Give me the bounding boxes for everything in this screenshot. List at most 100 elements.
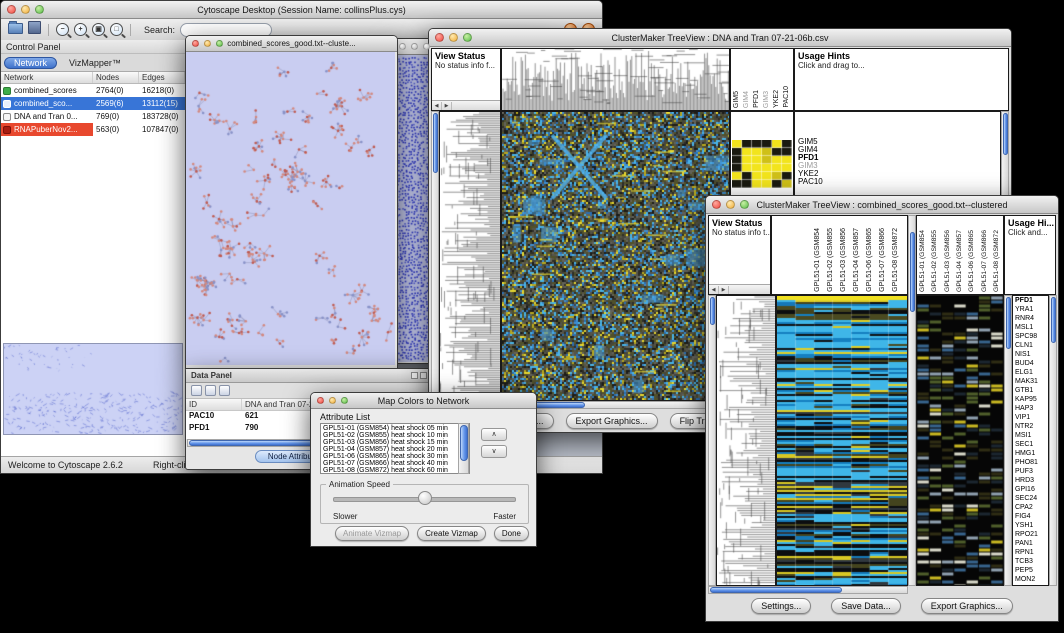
gene-label[interactable]: HMG1 (1015, 449, 1048, 458)
gene-label[interactable]: PAC10 (798, 178, 1000, 186)
scrollbar-thumb[interactable] (433, 113, 438, 173)
network-overview-thumbnail[interactable] (3, 343, 183, 435)
close-panel-icon[interactable] (420, 372, 427, 379)
gene-label[interactable]: GPI16 (1015, 485, 1048, 494)
treeview-button[interactable]: Settings... (751, 598, 811, 614)
close-button[interactable] (712, 200, 721, 209)
attribute-item[interactable]: GPL51-08 (GSM872) heat shock 60 min (323, 467, 458, 474)
scrollbar-thumb[interactable] (460, 425, 468, 461)
minimize-button[interactable] (204, 40, 211, 47)
data-panel-titlebar[interactable]: Data Panel (186, 369, 432, 383)
gene-label[interactable]: KAP95 (1015, 395, 1048, 404)
gene-label[interactable]: GIM4 (798, 146, 1000, 154)
scrollbar-thumb[interactable] (910, 232, 915, 312)
gene-label[interactable]: GIM5 (798, 138, 1000, 146)
gene-label[interactable]: GTB1 (1015, 386, 1048, 395)
control-panel-tab[interactable]: VizMapper™ (60, 57, 130, 69)
network-canvas[interactable] (186, 52, 395, 365)
minimize-button[interactable] (726, 200, 735, 209)
gene-label[interactable]: NIS1 (1015, 350, 1048, 359)
gene-label[interactable]: PFD1 (1015, 296, 1048, 305)
treeview-combined-titlebar[interactable]: ClusterMaker TreeView : combined_scores_… (706, 196, 1058, 214)
gene-label[interactable]: PAN1 (1015, 539, 1048, 548)
minimize-button[interactable] (21, 5, 30, 14)
dendrogram-vscrollbar[interactable] (708, 295, 716, 586)
network-row[interactable]: RNAPuberNov2... 563(0) 107847(0) (1, 123, 185, 136)
gene-label[interactable]: YRA1 (1015, 305, 1048, 314)
gene-label[interactable]: RPO21 (1015, 530, 1048, 539)
view-status-scrollbar[interactable]: ◀ ▶ (709, 284, 770, 294)
gene-label[interactable]: SPC98 (1015, 332, 1048, 341)
network-row[interactable]: DNA and Tran 0... 769(0) 183728(0) (1, 110, 185, 123)
dialog-button[interactable]: Create Vizmap (417, 526, 486, 541)
gene-label[interactable]: PHO81 (1015, 458, 1048, 467)
zoom-button[interactable] (423, 43, 430, 50)
speed-slider-thumb[interactable] (418, 491, 432, 505)
gene-label[interactable]: SEC1 (1015, 440, 1048, 449)
minimize-button[interactable] (449, 33, 458, 42)
gene-label[interactable]: VIP1 (1015, 413, 1048, 422)
attribute-list-vscrollbar[interactable] (458, 423, 469, 474)
attribute-item[interactable]: GPL51-01 (GSM854) heat shock 05 min (323, 425, 458, 432)
zoom-button[interactable] (341, 397, 348, 404)
attribute-item[interactable]: GPL51-02 (GSM855) heat shock 10 min (323, 432, 458, 439)
attribute-item[interactable]: GPL51-03 (GSM856) heat shock 15 min (323, 439, 458, 446)
create-attribute-icon[interactable] (205, 385, 216, 396)
scroll-right-icon[interactable]: ▶ (442, 102, 452, 110)
gene-label[interactable]: FIG4 (1015, 512, 1048, 521)
network-row[interactable]: combined_scores 2764(0) 16218(0) (1, 84, 185, 97)
open-session-button[interactable] (8, 21, 23, 39)
close-button[interactable] (192, 40, 199, 47)
column-dendrogram[interactable] (501, 48, 730, 111)
attribute-item[interactable]: GPL51-06 (GSM865) heat shock 30 min (323, 453, 458, 460)
close-button[interactable] (435, 33, 444, 42)
float-panel-icon[interactable] (411, 372, 418, 379)
gene-label[interactable]: SEC24 (1015, 494, 1048, 503)
dialog-titlebar[interactable]: Map Colors to Network (311, 393, 536, 409)
dialog-button[interactable]: Animate Vizmap (335, 526, 409, 541)
save-session-button[interactable] (28, 21, 41, 39)
gene-label[interactable]: RNR4 (1015, 314, 1048, 323)
scrollbar-thumb[interactable] (710, 297, 715, 325)
gene-label[interactable]: PFD1 (798, 154, 1000, 162)
dialog-button[interactable]: Done (494, 526, 529, 541)
treeview-left-vscrollbar[interactable] (431, 111, 439, 409)
network1-titlebar[interactable]: combined_scores_good.txt--cluste... (186, 36, 397, 52)
zoom-button[interactable] (463, 33, 472, 42)
scrollbar-thumb[interactable] (1003, 113, 1008, 155)
heatmap-main[interactable] (776, 295, 908, 586)
minimize-button[interactable] (411, 43, 418, 50)
row-dendrogram[interactable] (716, 295, 776, 586)
scroll-left-icon[interactable]: ◀ (709, 286, 719, 294)
gene-label[interactable]: YKE2 (798, 170, 1000, 178)
scrollbar-thumb[interactable] (710, 587, 842, 593)
view-status-scrollbar[interactable]: ◀ ▶ (432, 100, 500, 110)
delete-attribute-icon[interactable] (219, 385, 230, 396)
treeview-button[interactable]: Export Graphics... (566, 413, 658, 429)
attribute-item[interactable]: GPL51-07 (GSM866) heat shock 40 min (323, 460, 458, 467)
heatmap-secondary[interactable] (916, 295, 1004, 586)
gene-label[interactable]: CPA2 (1015, 503, 1048, 512)
gene-label[interactable]: TCB3 (1015, 557, 1048, 566)
zoom-fit-icon[interactable]: ▣ (92, 23, 105, 36)
scroll-left-icon[interactable]: ◀ (432, 102, 442, 110)
zoom-button[interactable] (216, 40, 223, 47)
zoom-out-icon[interactable]: − (56, 23, 69, 36)
select-attributes-icon[interactable] (191, 385, 202, 396)
row-dendrogram[interactable] (439, 111, 501, 409)
gene-label[interactable]: MAK31 (1015, 377, 1048, 386)
gene-label[interactable]: MSL1 (1015, 323, 1048, 332)
gene-label[interactable]: RPN1 (1015, 548, 1048, 557)
heatmap[interactable] (501, 111, 730, 401)
gene-label[interactable]: HRD3 (1015, 476, 1048, 485)
main-titlebar[interactable]: Cytoscape Desktop (Session Name: collins… (1, 1, 602, 19)
zoom-in-icon[interactable]: + (74, 23, 87, 36)
scroll-right-icon[interactable]: ▶ (719, 286, 729, 294)
gene-label[interactable]: NTR2 (1015, 422, 1048, 431)
scrollbar-thumb[interactable] (1006, 297, 1011, 349)
control-panel-tab[interactable]: Network (4, 57, 57, 69)
gene-label[interactable]: ELG1 (1015, 368, 1048, 377)
treeview-button[interactable]: Export Graphics... (921, 598, 1013, 614)
close-button[interactable] (7, 5, 16, 14)
treeview-dna-titlebar[interactable]: ClusterMaker TreeView : DNA and Tran 07-… (429, 29, 1011, 47)
